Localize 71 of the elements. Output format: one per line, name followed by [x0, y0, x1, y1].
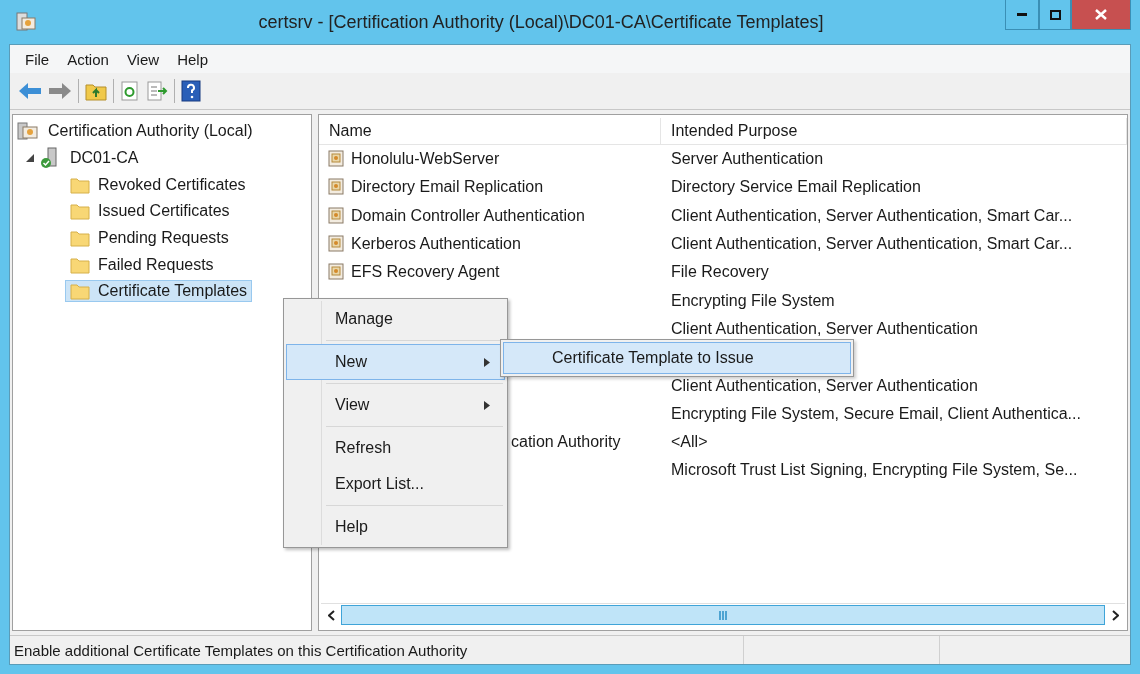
tree-item[interactable]: Issued Certificates	[65, 200, 235, 223]
tree-item[interactable]: Failed Requests	[65, 253, 219, 276]
menu-item[interactable]: Action	[58, 50, 118, 68]
folder-icon	[70, 282, 90, 301]
folder-icon	[70, 202, 90, 221]
intended-purpose: Microsoft Trust List Signing, Encrypting File System, Se...	[670, 461, 1078, 480]
context-menu-item[interactable]: View	[286, 387, 505, 423]
maximize-button[interactable]	[1039, 0, 1071, 30]
intended-purpose: Server Authentication	[670, 150, 824, 169]
submenu-arrow-icon	[484, 357, 490, 367]
submenu-item[interactable]: Certificate Template to Issue	[503, 342, 851, 374]
tree-item[interactable]: DC01-CA	[65, 147, 144, 170]
maximize-icon	[1049, 9, 1061, 20]
context-menu-item[interactable]: New	[286, 344, 505, 380]
certification-authority-icon	[17, 121, 39, 142]
folder-icon	[70, 229, 90, 248]
help-icon[interactable]	[181, 80, 201, 102]
scroll-left-icon[interactable]	[327, 609, 335, 621]
tree-item[interactable]: Revoked Certificates	[65, 173, 251, 196]
intended-purpose: Client Authentication, Server Authentication	[670, 319, 978, 338]
minimize-icon	[1017, 12, 1027, 17]
up-folder-icon[interactable]	[85, 81, 107, 101]
scrollbar-thumb[interactable]	[341, 605, 1105, 625]
window-title: certsrv - [Certification Authority (Local)\DC01-CA\Certificate Templates]	[257, 11, 825, 33]
context-menu-item[interactable]: Manage	[286, 301, 505, 337]
back-arrow-icon[interactable]	[18, 82, 42, 100]
menu-item[interactable]: Help	[168, 50, 217, 68]
template-name: Kerberos Authentication	[351, 235, 521, 254]
context-menu-item[interactable]: Refresh	[286, 430, 505, 466]
context-menu-item[interactable]: Help	[286, 509, 505, 545]
folder-icon	[70, 175, 90, 194]
tree-item[interactable]: Pending Requests	[65, 227, 234, 250]
context-menu-item[interactable]: Export List...	[286, 466, 505, 502]
status-text: Enable additional Certificate Templates on this Certification Authority	[13, 640, 469, 661]
forward-arrow-icon[interactable]	[48, 82, 72, 100]
intended-purpose: <All>	[670, 433, 708, 452]
template-name: cation Authority	[511, 433, 621, 452]
submenu-arrow-icon	[484, 400, 490, 410]
menu-item[interactable]: View	[117, 50, 169, 68]
intended-purpose: File Recovery	[670, 263, 769, 282]
intended-purpose: Encrypting File System, Secure Email, Client Authentica...	[670, 404, 1081, 423]
template-name: EFS Recovery Agent	[351, 263, 500, 282]
intended-purpose: Encrypting File System	[670, 291, 835, 310]
tree-item[interactable]: Certification Authority (Local)	[43, 120, 258, 143]
intended-purpose: Directory Service Email Replication	[670, 178, 921, 197]
certificate-icon	[327, 178, 345, 197]
folder-icon	[70, 255, 90, 274]
expand-arrow-icon[interactable]	[25, 153, 35, 164]
certificate-icon	[327, 150, 345, 169]
template-name: Directory Email Replication	[351, 178, 544, 197]
template-name: Domain Controller Authentication	[351, 206, 585, 225]
intended-purpose: Client Authentication, Server Authentication, Smart Car...	[670, 235, 1073, 254]
intended-purpose: Client Authentication, Server Authentication	[670, 376, 978, 395]
close-icon	[1095, 9, 1107, 20]
intended-purpose: Client Authentication, Server Authentication, Smart Car...	[670, 206, 1073, 225]
certificate-icon	[327, 206, 345, 225]
export-list-icon[interactable]	[146, 81, 168, 101]
tree-item[interactable]: Certificate Templates	[65, 280, 253, 303]
menu-item[interactable]: File	[16, 50, 59, 68]
template-name: Honolulu-WebServer	[351, 150, 500, 169]
column-header[interactable]: Intended Purpose	[661, 118, 1127, 144]
app-icon	[15, 11, 37, 33]
certificate-icon	[327, 235, 345, 254]
minimize-button[interactable]	[1005, 0, 1039, 30]
close-button[interactable]	[1071, 0, 1131, 30]
column-header[interactable]: Name	[319, 118, 661, 144]
refresh-icon[interactable]	[120, 81, 140, 101]
grip-icon	[718, 610, 728, 620]
certificate-icon	[327, 263, 345, 282]
horizontal-scrollbar[interactable]	[321, 603, 1125, 626]
scroll-right-icon[interactable]	[1111, 609, 1119, 621]
